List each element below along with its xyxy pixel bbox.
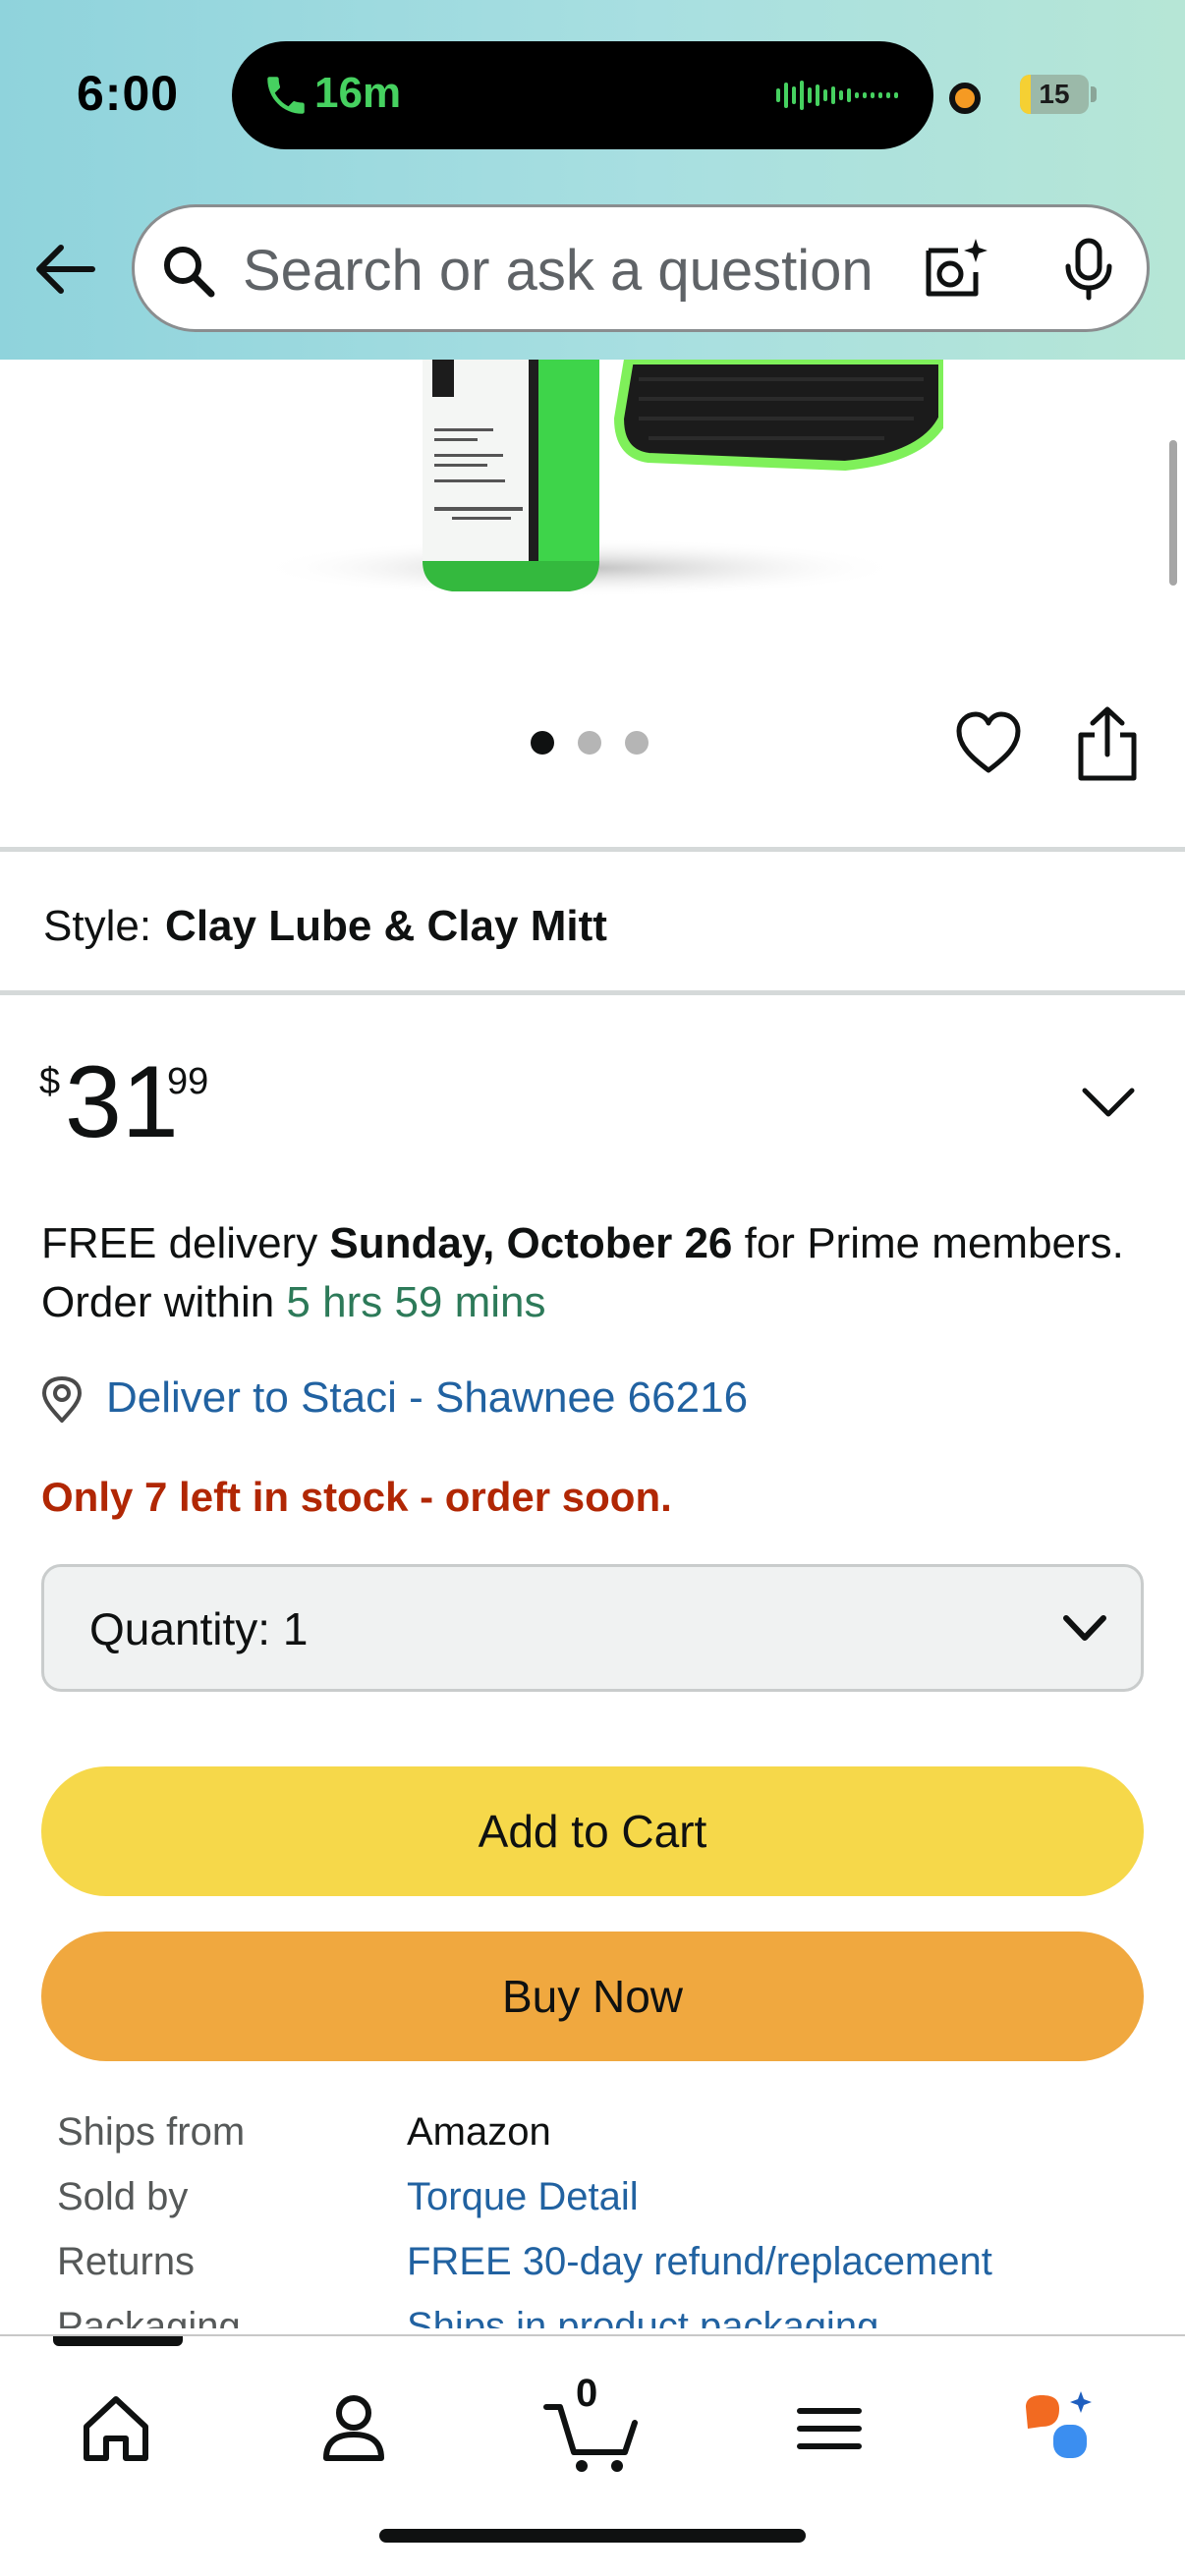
menu-icon[interactable] bbox=[780, 2380, 878, 2478]
active-tab-indicator bbox=[53, 2336, 183, 2346]
section-divider bbox=[0, 847, 1185, 852]
call-duration: 16m bbox=[314, 69, 402, 117]
buy-now-button[interactable]: Buy Now bbox=[41, 1932, 1144, 2061]
seller-details: Ships from Amazon Sold by Torque Detail … bbox=[57, 2110, 1138, 2328]
style-selector[interactable]: Style: Clay Lube & Clay Mitt bbox=[43, 902, 607, 951]
home-indicator bbox=[379, 2529, 806, 2543]
sold-by-link[interactable]: Torque Detail bbox=[407, 2175, 639, 2219]
account-icon[interactable] bbox=[305, 2380, 403, 2478]
microphone-icon[interactable] bbox=[1056, 237, 1121, 302]
header: 6:00 16m 15 Search or ask a question bbox=[0, 0, 1185, 360]
returns-link[interactable]: FREE 30-day refund/replacement bbox=[407, 2240, 992, 2284]
mic-in-use-indicator bbox=[949, 83, 981, 114]
quantity-label: Quantity: 1 bbox=[89, 1602, 308, 1655]
phone-icon bbox=[267, 77, 305, 114]
dynamic-island[interactable]: 16m bbox=[232, 41, 933, 149]
stock-warning: Only 7 left in stock - order soon. bbox=[41, 1474, 672, 1520]
chevron-down-icon bbox=[1063, 1615, 1106, 1641]
battery-indicator: 15 bbox=[1020, 75, 1089, 114]
details-key: Packaging bbox=[57, 2305, 241, 2328]
chevron-down-icon[interactable] bbox=[1081, 1083, 1136, 1122]
cart-count: 0 bbox=[576, 2372, 598, 2415]
price-fraction: 99 bbox=[167, 1061, 209, 1102]
product-image[interactable] bbox=[216, 360, 943, 625]
status-time: 6:00 bbox=[77, 66, 180, 121]
cart-button[interactable]: 0 bbox=[540, 2372, 649, 2478]
deliver-to-link[interactable]: Deliver to Staci - Shawnee 66216 bbox=[106, 1373, 748, 1423]
battery-nub bbox=[1091, 86, 1097, 102]
home-icon[interactable] bbox=[67, 2380, 165, 2478]
quantity-dropdown[interactable]: Quantity: 1 bbox=[41, 1564, 1144, 1692]
share-icon[interactable] bbox=[1073, 705, 1142, 782]
details-key: Sold by bbox=[57, 2175, 189, 2218]
packaging-link[interactable]: Ships in product packaging bbox=[407, 2305, 878, 2328]
delivery-message: FREE delivery Sunday, October 26 for Pri… bbox=[41, 1214, 1142, 1332]
details-key: Ships from bbox=[57, 2110, 246, 2154]
style-label: Style: bbox=[43, 902, 152, 950]
heart-icon[interactable] bbox=[953, 709, 1024, 776]
carousel-dot-2[interactable] bbox=[578, 731, 601, 755]
search-bar[interactable] bbox=[132, 204, 1150, 332]
location-pin-icon[interactable] bbox=[39, 1375, 85, 1425]
price-whole: 31 bbox=[65, 1045, 179, 1159]
details-value: Amazon bbox=[407, 2110, 551, 2154]
audio-waveform-icon bbox=[776, 81, 898, 110]
order-countdown: 5 hrs 59 mins bbox=[286, 1278, 546, 1326]
back-arrow-icon[interactable] bbox=[28, 230, 106, 308]
quantity-label-text: Quantity: bbox=[89, 1603, 271, 1654]
search-icon bbox=[164, 247, 215, 298]
carousel-dot-3[interactable] bbox=[625, 731, 649, 755]
carousel-dot-1[interactable] bbox=[531, 731, 554, 755]
delivery-prefix: FREE delivery bbox=[41, 1219, 330, 1267]
price-currency: $ bbox=[39, 1061, 61, 1102]
section-divider bbox=[0, 990, 1185, 995]
add-to-cart-button[interactable]: Add to Cart bbox=[41, 1766, 1144, 1896]
battery-level: 15 bbox=[1039, 79, 1070, 109]
rufus-assistant-icon[interactable] bbox=[1008, 2380, 1106, 2478]
scrollbar[interactable] bbox=[1169, 440, 1177, 586]
camera-lens-icon[interactable] bbox=[921, 235, 991, 306]
quantity-value: 1 bbox=[282, 1603, 309, 1654]
delivery-date: Sunday, October 26 bbox=[329, 1219, 733, 1267]
style-value: Clay Lube & Clay Mitt bbox=[165, 902, 607, 950]
details-key: Returns bbox=[57, 2240, 196, 2283]
